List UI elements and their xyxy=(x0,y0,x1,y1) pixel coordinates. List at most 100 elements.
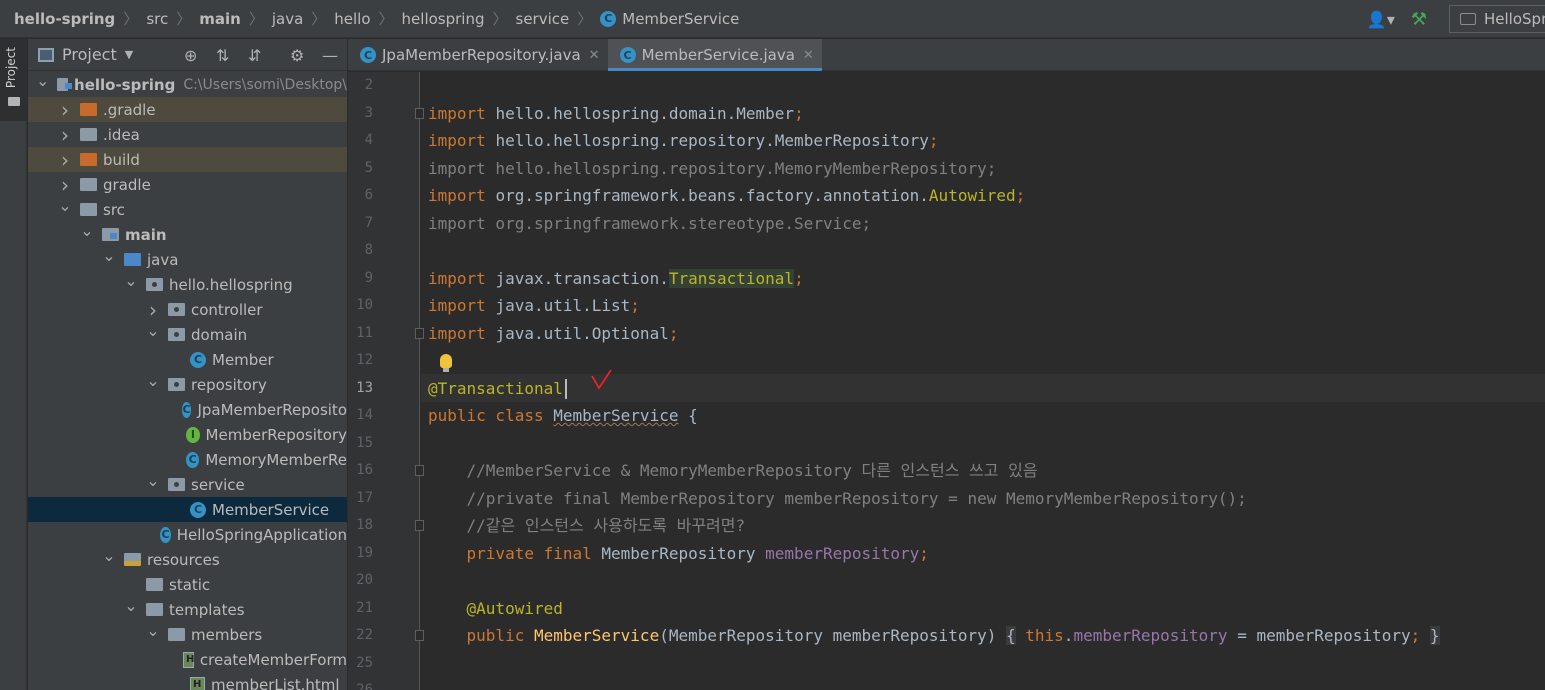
chevron-down-icon[interactable]: ⌄ xyxy=(124,596,138,615)
fold-marker-icon[interactable] xyxy=(415,630,424,641)
line-number: 19 xyxy=(356,544,373,561)
chevron-down-icon[interactable]: ⌄ xyxy=(36,71,49,90)
editor-tab[interactable]: C JpaMemberRepository.java ✕ xyxy=(348,39,608,71)
tree-item[interactable]: ⌄ members xyxy=(28,621,347,647)
tree-item-label: templates xyxy=(169,600,245,619)
chevron-down-icon[interactable]: ⌄ xyxy=(146,621,160,640)
code-token: ; xyxy=(1015,186,1026,205)
breadcrumb-label: src xyxy=(146,9,169,28)
code-token: import xyxy=(428,186,486,205)
chevron-right-icon[interactable]: › xyxy=(58,173,72,197)
editor-tab[interactable]: C MemberService.java ✕ xyxy=(607,39,823,71)
breadcrumb-item[interactable]: C MemberService xyxy=(600,10,739,28)
expand-all-icon[interactable]: ⇅ xyxy=(216,46,229,65)
tree-item[interactable]: ⌄ repository xyxy=(28,371,347,397)
breadcrumb-item[interactable]: hello-spring xyxy=(14,10,115,28)
breadcrumb-label: MemberService xyxy=(622,9,740,28)
line-number: 6 xyxy=(364,187,373,203)
tree-item[interactable]: ⌄ java xyxy=(28,246,347,272)
breadcrumb-item[interactable]: main xyxy=(199,10,241,28)
chevron-down-icon[interactable]: ⌄ xyxy=(146,321,160,340)
chevron-down-icon[interactable]: ▼ xyxy=(125,48,133,61)
code-line: import java.util.List; xyxy=(428,292,640,319)
class-icon: C xyxy=(600,10,617,27)
chevron-down-icon[interactable]: ⌄ xyxy=(58,196,72,215)
breadcrumb: hello-spring 〉 src 〉 main 〉 java 〉 hello 〉 hellosp… xyxy=(0,0,739,38)
class-icon: C xyxy=(190,351,206,368)
locate-icon[interactable]: ⊕ xyxy=(184,46,197,65)
breadcrumb-item[interactable]: hellospring xyxy=(402,10,485,28)
code-token: MemberRepository xyxy=(601,543,766,563)
fold-marker-icon[interactable] xyxy=(415,107,424,119)
code-token: ; xyxy=(919,543,929,563)
code-editor[interactable]: 2 3 4 5 6 7 8 9 10 11 12 13 14 15 16 17 18 19 20 21 22 25 26 i… xyxy=(348,72,1545,690)
run-config-selector[interactable]: HelloSpr xyxy=(1449,5,1545,33)
chevron-down-icon[interactable]: ⌄ xyxy=(146,371,160,390)
tree-item[interactable]: ⌄ resources xyxy=(28,546,347,572)
tree-item-label: src xyxy=(103,200,125,219)
tree-item[interactable]: ⌄ main xyxy=(28,221,347,247)
lightbulb-icon[interactable] xyxy=(440,354,452,372)
fold-marker-icon[interactable] xyxy=(415,520,424,531)
tree-item-label: build xyxy=(103,150,140,169)
line-number: 18 xyxy=(356,517,373,533)
tree-item[interactable]: C Member xyxy=(28,347,347,372)
chevron-down-icon[interactable]: ⌄ xyxy=(146,471,160,490)
tree-item[interactable]: ⌄ hello.hellospring xyxy=(28,271,347,297)
tree-item[interactable]: I MemberRepository xyxy=(28,422,347,447)
tree-item[interactable]: C HelloSpringApplication xyxy=(28,522,347,547)
tree-item[interactable]: › gradle xyxy=(28,172,347,197)
close-icon[interactable]: ✕ xyxy=(589,48,600,63)
breadcrumb-item[interactable]: service xyxy=(516,10,570,28)
close-icon[interactable]: ✕ xyxy=(803,48,814,63)
build-hammer-icon[interactable]: ⚒ xyxy=(1411,9,1427,30)
user-vcs-icon[interactable]: 👤▾ xyxy=(1367,10,1395,29)
tree-item[interactable]: ⌄ templates xyxy=(28,596,347,622)
tree-item-label: memberList.html xyxy=(211,675,340,690)
tree-item[interactable]: ⌄ hello-spring C:\Users\somi\Desktop\ xyxy=(28,71,347,97)
package-folder-icon xyxy=(168,328,185,341)
project-view-dropdown[interactable]: Project xyxy=(62,45,117,64)
package-folder-icon xyxy=(168,303,185,316)
code-token: this xyxy=(1025,626,1064,645)
tree-item[interactable]: C MemoryMemberRe xyxy=(28,447,347,472)
code-line: //private final MemberRepository memberR… xyxy=(428,485,1247,512)
chevron-down-icon[interactable]: ⌄ xyxy=(80,221,94,240)
tree-item[interactable]: ⌄ src xyxy=(28,196,347,222)
tree-item[interactable]: › build xyxy=(28,147,347,172)
breadcrumb-item[interactable]: src xyxy=(146,10,168,28)
folder-icon xyxy=(146,578,163,591)
chevron-right-icon[interactable]: › xyxy=(146,298,160,322)
code-token: private final xyxy=(428,543,602,563)
breadcrumb-item[interactable]: java xyxy=(272,10,303,28)
breadcrumb-item[interactable]: hello xyxy=(334,10,370,28)
tree-item[interactable]: static xyxy=(28,572,347,597)
fold-marker-icon[interactable] xyxy=(415,327,424,339)
tree-item[interactable]: C MemberService xyxy=(28,497,347,522)
chevron-right-icon[interactable]: › xyxy=(58,98,72,122)
tree-item[interactable]: ⌄ service xyxy=(28,471,347,497)
tree-item[interactable]: ⌄ domain xyxy=(28,321,347,347)
collapse-all-icon[interactable]: ⇵ xyxy=(248,46,261,65)
tree-item-label: members xyxy=(191,625,263,644)
project-stripe-label: Project xyxy=(4,47,18,89)
hide-icon[interactable]: — xyxy=(322,46,338,65)
chevron-down-icon[interactable]: ⌄ xyxy=(102,546,116,565)
code-line: @Transactional xyxy=(428,375,567,402)
tree-item[interactable]: memberList.html xyxy=(28,672,347,690)
tree-item[interactable]: createMemberForm xyxy=(28,647,347,672)
tree-item[interactable]: › .idea xyxy=(28,122,347,147)
code-token: @Autowired xyxy=(428,598,563,618)
chevron-down-icon[interactable]: ⌄ xyxy=(102,246,116,265)
tree-item[interactable]: › controller xyxy=(28,297,347,322)
project-tool-window-button[interactable]: Project xyxy=(0,39,27,121)
tree-item[interactable]: › .gradle xyxy=(28,97,347,122)
chevron-down-icon[interactable]: ⌄ xyxy=(124,271,138,290)
chevron-right-icon[interactable]: › xyxy=(58,123,72,147)
line-number: 10 xyxy=(356,297,373,313)
settings-gear-icon[interactable]: ⚙ xyxy=(290,46,304,65)
chevron-right-icon[interactable]: › xyxy=(58,148,72,172)
tree-item[interactable]: C JpaMemberReposito xyxy=(28,397,347,422)
fold-marker-icon[interactable] xyxy=(415,465,424,476)
tree-item-label: gradle xyxy=(103,175,151,194)
